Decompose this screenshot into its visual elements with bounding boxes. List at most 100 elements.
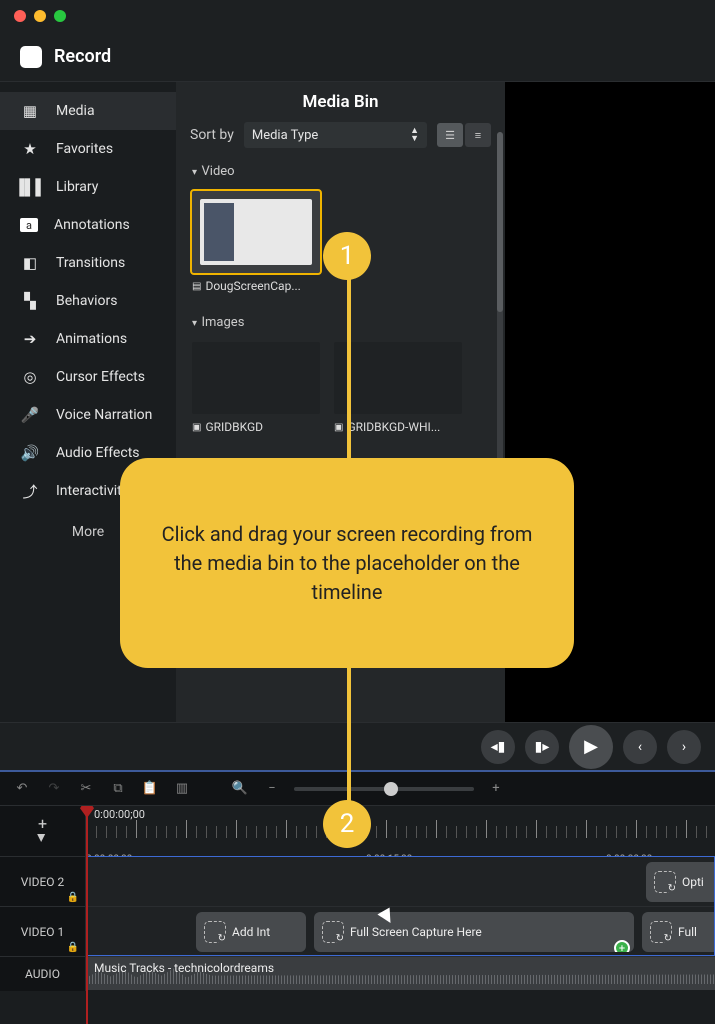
track-audio: AUDIO Music Tracks - technicolordreams	[0, 956, 715, 990]
timeline-toolbar: ↶ ↷ ✂ ⧉ 📋 ▥ 🔍 − +	[0, 772, 715, 806]
lock-icon[interactable]: 🔒	[67, 892, 79, 903]
tutorial-badge-1: 1	[323, 232, 371, 280]
play-button[interactable]: ▶	[569, 725, 613, 769]
sidebar-item-cursor-effects[interactable]: ◎ Cursor Effects	[0, 358, 176, 396]
sidebar-item-favorites[interactable]: ★ Favorites	[0, 130, 176, 168]
sidebar-item-label: Audio Effects	[56, 445, 140, 461]
undo-button[interactable]: ↶	[12, 779, 32, 799]
cursor-effects-icon: ◎	[20, 369, 40, 385]
sidebar-item-label: Voice Narration	[56, 407, 152, 423]
video-file-icon: ▤	[192, 281, 201, 292]
tutorial-text: Click and drag your screen recording fro…	[160, 520, 534, 607]
sidebar-item-label: Animations	[56, 331, 127, 347]
media-thumb-image[interactable]: ▣ GRIDBKGD	[192, 342, 322, 434]
image-file-icon: ▣	[192, 422, 201, 433]
lock-icon[interactable]: 🔒	[67, 942, 79, 953]
star-icon: ★	[20, 141, 40, 157]
sidebar-item-library[interactable]: ▐▌▌ Library	[0, 168, 176, 206]
interactivity-icon: ⤴	[20, 483, 40, 499]
placeholder-icon	[204, 921, 226, 943]
track-controls: + ▸	[0, 806, 86, 856]
zoom-icon: 🔍	[230, 779, 250, 799]
media-thumb-video[interactable]: ▤DougScreenCap...	[192, 191, 322, 293]
remove-track-button[interactable]: ▸	[37, 834, 49, 842]
sidebar-item-transitions[interactable]: ◧ Transitions	[0, 244, 176, 282]
track-video2: VIDEO 2🔒 Opti	[0, 856, 715, 906]
placeholder-icon	[322, 921, 344, 943]
placeholder-icon	[654, 871, 676, 893]
track-video1: VIDEO 1🔒 Add Int Full Screen Capture Her…	[0, 906, 715, 956]
zoom-in-button[interactable]: +	[486, 779, 506, 799]
clip-placeholder[interactable]: Add Int	[196, 912, 306, 952]
clip-placeholder[interactable]: Full Screen Capture Here +	[314, 912, 634, 952]
copy-button[interactable]: ⧉	[108, 779, 128, 799]
maximize-window-button[interactable]	[54, 10, 66, 22]
sidebar-item-label: Interactivity	[56, 483, 128, 499]
sidebar-item-voice[interactable]: 🎤 Voice Narration	[0, 396, 176, 434]
placeholder-icon	[650, 921, 672, 943]
media-thumb-image[interactable]: ▣ GRIDBKGD-WHI...	[334, 342, 464, 434]
clip-label: Music Tracks - technicolordreams	[94, 961, 274, 975]
next-button[interactable]: ›	[667, 730, 701, 764]
sort-value: Media Type	[252, 128, 318, 143]
paste-button[interactable]: 📋	[140, 779, 160, 799]
sidebar-item-animations[interactable]: ➔Animations	[0, 320, 176, 358]
section-video-header[interactable]: Video	[176, 158, 505, 185]
zoom-slider[interactable]	[294, 787, 474, 791]
sidebar-item-label: Favorites	[56, 141, 113, 157]
sidebar-item-label: Library	[56, 179, 98, 195]
behaviors-icon: ▚	[20, 293, 40, 309]
section-images-header[interactable]: Images	[176, 309, 505, 336]
clip-placeholder[interactable]: Opti	[646, 862, 715, 902]
titlebar	[0, 0, 715, 32]
sidebar-item-behaviors[interactable]: ▚ Behaviors	[0, 282, 176, 320]
sidebar-item-media[interactable]: ▦ Media	[0, 92, 176, 130]
thumb-label: GRIDBKGD	[205, 420, 263, 434]
tutorial-badge-2: 2	[323, 800, 371, 848]
redo-button[interactable]: ↷	[44, 779, 64, 799]
app-window: Record ▦ Media ★ Favorites ▐▌▌ Library a Ann…	[0, 0, 715, 1024]
clip-label: Opti	[682, 875, 704, 889]
cut-button[interactable]: ✂	[76, 779, 96, 799]
track-label[interactable]: AUDIO	[0, 957, 86, 991]
playback-controls: ◂▮ ▮▸ ▶ ‹ ›	[0, 722, 715, 772]
clip-label: Add Int	[232, 925, 270, 939]
transitions-icon: ◧	[20, 255, 40, 271]
cursor-icon	[380, 910, 394, 930]
split-button[interactable]: ▥	[172, 779, 192, 799]
next-frame-button[interactable]: ▮▸	[525, 730, 559, 764]
playhead[interactable]	[86, 806, 88, 1024]
sort-label: Sort by	[190, 127, 234, 143]
sidebar-item-label: Media	[56, 103, 95, 119]
view-grid-button[interactable]: ☰	[437, 123, 463, 147]
track-label[interactable]: VIDEO 2🔒	[0, 857, 86, 906]
sidebar-item-label: Transitions	[56, 255, 125, 271]
callout-connector	[347, 260, 351, 460]
library-icon: ▐▌▌	[20, 179, 40, 195]
zoom-out-button[interactable]: −	[262, 779, 282, 799]
tutorial-callout: Click and drag your screen recording fro…	[120, 458, 574, 668]
microphone-icon: 🎤	[20, 407, 40, 423]
thumb-label: GRIDBKGD-WHI...	[347, 420, 440, 434]
audio-clip[interactable]: Music Tracks - technicolordreams	[86, 957, 715, 990]
record-label: Record	[54, 46, 111, 67]
minimize-window-button[interactable]	[34, 10, 46, 22]
track-label[interactable]: VIDEO 1🔒	[0, 907, 86, 956]
sort-select[interactable]: Media Type ▲▼	[244, 122, 427, 148]
timeline-ruler[interactable]: 0:00:00;00 0:00:00;00 0:00:15;00 0:00:30…	[86, 806, 715, 856]
sidebar-item-label: Annotations	[54, 217, 130, 233]
image-file-icon: ▣	[334, 422, 343, 433]
sidebar-item-label: Cursor Effects	[56, 369, 145, 385]
sidebar-item-annotations[interactable]: a Annotations	[0, 206, 176, 244]
record-button[interactable]	[20, 46, 42, 68]
prev-frame-button[interactable]: ◂▮	[481, 730, 515, 764]
sidebar-item-label: Behaviors	[56, 293, 118, 309]
annotations-icon: a	[20, 218, 38, 232]
prev-button[interactable]: ‹	[623, 730, 657, 764]
clip-placeholder[interactable]: Full	[642, 912, 715, 952]
record-bar: Record	[0, 32, 715, 82]
view-list-button[interactable]: ≡	[465, 123, 491, 147]
add-track-button[interactable]: +	[38, 818, 47, 830]
close-window-button[interactable]	[14, 10, 26, 22]
media-icon: ▦	[20, 103, 40, 119]
